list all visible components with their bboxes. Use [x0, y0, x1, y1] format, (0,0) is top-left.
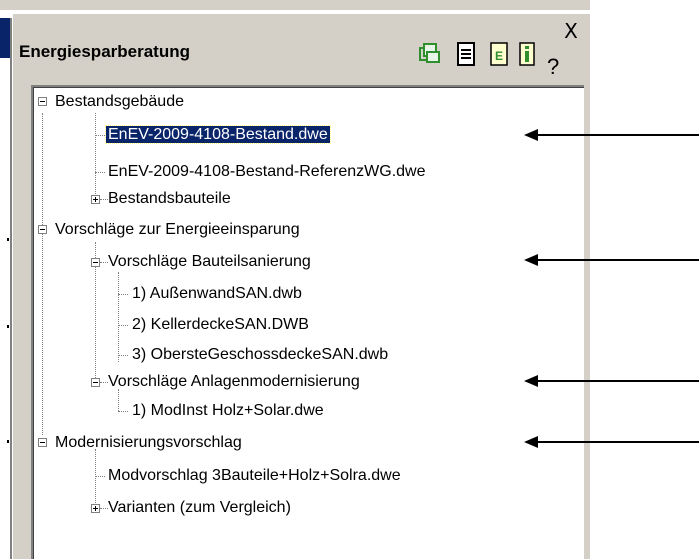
expand-toggle-icon[interactable] [91, 195, 100, 204]
tree-node[interactable]: Bestandsbauteile [106, 188, 233, 210]
tree-line [95, 172, 105, 173]
edge-mark [7, 440, 9, 443]
tree-node-label: 1) ModInst Holz+Solar.dwe [132, 402, 324, 419]
tree-node-label: 2) KellerdeckeSAN.DWB [132, 316, 309, 333]
tree-line [118, 355, 128, 356]
tree-line [118, 411, 128, 412]
tree-node-label: Vorschläge Anlagenmodernisierung [108, 373, 360, 390]
info-icon[interactable] [519, 42, 535, 66]
tree-node-label: EnEV-2009-4108-Bestand.dwe [105, 125, 331, 144]
tree-node-label: Modernisierungsvorschlag [55, 434, 242, 451]
top-strip [0, 0, 590, 10]
tree-line [95, 113, 96, 200]
annotation-arrow [524, 129, 699, 141]
close-button[interactable]: X [560, 21, 582, 43]
tree-node-label: 1) AußenwandSAN.dwb [132, 285, 302, 302]
tree-line [95, 135, 105, 136]
tree-node[interactable]: Bestandsgebäude [53, 91, 186, 113]
collapse-toggle-icon[interactable] [91, 378, 100, 387]
tree-node[interactable]: EnEV-2009-4108-Bestand-ReferenzWG.dwe [106, 161, 428, 183]
tree-node-label: Vorschläge Bauteilsanierung [108, 253, 311, 270]
collapse-toggle-icon[interactable] [38, 97, 47, 106]
annotation-arrow [524, 254, 699, 266]
tree-node[interactable]: Modernisierungsvorschlag [53, 432, 244, 454]
tree-line [118, 272, 119, 362]
tree-node-label: Modvorschlag 3Bauteile+Holz+Solra.dwe [108, 467, 401, 484]
svg-text:E: E [495, 49, 503, 63]
panel-title: Energiesparberatung [19, 42, 190, 61]
tree-node[interactable]: 2) KellerdeckeSAN.DWB [130, 314, 311, 336]
tree-node-label: Varianten (zum Vergleich) [108, 499, 291, 516]
annotation-arrow [524, 375, 699, 387]
edge-mark [7, 325, 9, 328]
energy-document-icon[interactable]: E [490, 42, 508, 66]
tree-node[interactable]: Modvorschlag 3Bauteile+Holz+Solra.dwe [106, 465, 403, 487]
tree-node-label: EnEV-2009-4108-Bestand-ReferenzWG.dwe [108, 163, 426, 180]
document-list-icon[interactable] [457, 42, 475, 66]
edge-mark [7, 238, 9, 241]
tree-node-selected[interactable]: EnEV-2009-4108-Bestand.dwe [105, 124, 331, 146]
tree-line [118, 294, 128, 295]
collapse-toggle-icon[interactable] [38, 225, 47, 234]
tree-line [118, 325, 128, 326]
tree-node[interactable]: Varianten (zum Vergleich) [106, 497, 293, 519]
annotation-arrow [524, 436, 699, 448]
arrow-shaft [536, 259, 699, 261]
tree-node-label: Bestandsgebäude [55, 93, 184, 110]
expand-toggle-icon[interactable] [91, 504, 100, 513]
help-icon[interactable]: ? [547, 54, 559, 80]
arrow-shaft [536, 441, 699, 443]
tree-node[interactable]: 1) ModInst Holz+Solar.dwe [130, 400, 326, 422]
tree-node-label: Vorschläge zur Energieeinsparung [55, 221, 300, 238]
tree-line [95, 476, 105, 477]
tree-node-label: 3) ObersteGeschossdeckeSAN.dwb [132, 346, 389, 363]
tree-node[interactable]: 1) AußenwandSAN.dwb [130, 283, 304, 305]
tree-node-label: Bestandsbauteile [108, 190, 231, 207]
tree-line [95, 449, 96, 509]
tree-node[interactable]: Vorschläge Bauteilsanierung [106, 251, 313, 273]
arrow-shaft [536, 134, 699, 136]
collapse-toggle-icon[interactable] [91, 258, 100, 267]
copy-files-icon[interactable] [418, 42, 440, 64]
tree-node[interactable]: Vorschläge zur Energieeinsparung [53, 219, 302, 241]
tree-node[interactable]: Vorschläge Anlagenmodernisierung [106, 371, 362, 393]
arrow-shaft [536, 380, 699, 382]
left-divider [10, 18, 12, 559]
tree-node[interactable]: 3) ObersteGeschossdeckeSAN.dwb [130, 344, 390, 366]
tree-line [42, 113, 43, 435]
collapse-toggle-icon[interactable] [38, 438, 47, 447]
